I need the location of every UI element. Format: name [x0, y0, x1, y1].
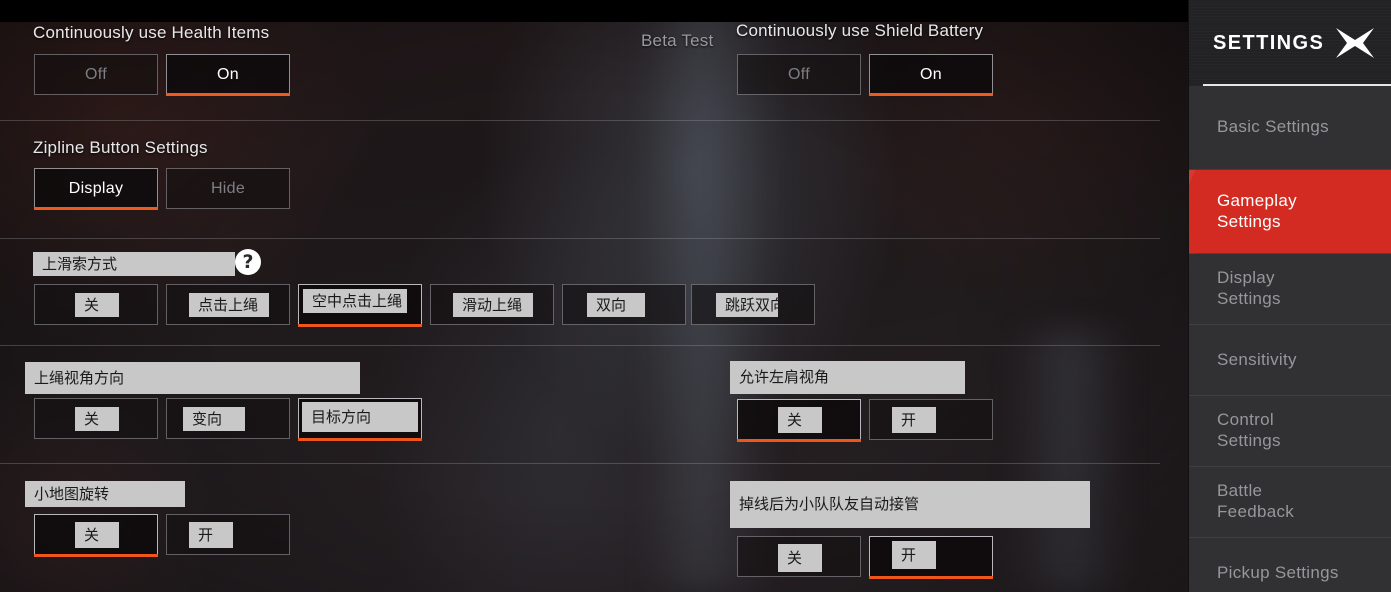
option-label: Hide: [210, 179, 246, 197]
health-items-option-off[interactable]: Off: [34, 54, 158, 95]
sidebar-item-sensitivity[interactable]: Sensitivity: [1189, 325, 1391, 396]
option-label: 变向: [183, 407, 245, 431]
left-shoulder-option-off[interactable]: 关: [737, 399, 861, 442]
zipline-view-option-1[interactable]: 变向: [166, 398, 290, 439]
sidebar-item-label: Battle Feedback: [1217, 481, 1295, 521]
section-title-zipline-view-direction: 上绳视角方向: [25, 362, 360, 394]
zipline-button-option-display[interactable]: Display: [34, 168, 158, 210]
sidebar-item-label: Display Settings: [1217, 268, 1281, 308]
sidebar-title: SETTINGS: [1213, 31, 1325, 54]
shield-battery-option-on[interactable]: On: [869, 54, 993, 96]
section-title-health-items: Continuously use Health Items: [33, 23, 270, 42]
option-label: 跳跃双向: [716, 293, 785, 317]
option-label: 开: [189, 522, 233, 548]
section-title-left-shoulder-view: 允许左肩视角: [730, 361, 965, 394]
section-title-zipline-mode: 上滑索方式: [33, 252, 235, 276]
option-label: 关: [778, 544, 822, 572]
zipline-mode-option-0[interactable]: 关: [34, 284, 158, 325]
section-title-auto-takeover: 掉线后为小队队友自动接管: [730, 481, 1090, 528]
minimap-rotation-option-on[interactable]: 开: [166, 514, 290, 555]
sidebar-item-display-settings[interactable]: Display Settings: [1189, 254, 1391, 325]
question-mark-icon[interactable]: ?: [235, 249, 261, 275]
zipline-view-option-2[interactable]: 目标方向: [298, 398, 422, 441]
option-label: 目标方向: [302, 402, 418, 432]
zipline-mode-option-4[interactable]: 双向: [562, 284, 686, 325]
option-label: 空中点击上绳: [303, 289, 407, 313]
option-label: Display: [68, 179, 124, 197]
sidebar-item-label: Sensitivity: [1217, 349, 1297, 369]
option-label: 双向: [587, 293, 645, 317]
zipline-mode-option-2[interactable]: 空中点击上绳: [298, 284, 422, 327]
section-divider-4: [0, 463, 1160, 464]
zipline-mode-option-5[interactable]: 跳跃双向: [691, 284, 815, 325]
beta-test-label: Beta Test: [641, 31, 714, 50]
close-x-icon[interactable]: [1333, 26, 1377, 60]
section-divider-1: [0, 120, 1160, 121]
zipline-mode-option-1[interactable]: 点击上绳: [166, 284, 290, 325]
option-label: 关: [75, 407, 119, 431]
sidebar-header: SETTINGS: [1189, 0, 1391, 86]
option-label: 开: [892, 407, 936, 433]
shield-battery-option-off[interactable]: Off: [737, 54, 861, 95]
sidebar-item-control-settings[interactable]: Control Settings: [1189, 396, 1391, 467]
option-label: 关: [75, 293, 119, 317]
section-divider-3: [0, 345, 1160, 346]
zipline-mode-option-3[interactable]: 滑动上绳: [430, 284, 554, 325]
option-label: On: [217, 65, 239, 83]
option-label: 滑动上绳: [453, 293, 533, 317]
option-label: 关: [75, 522, 119, 548]
sidebar-item-basic-settings[interactable]: Basic Settings: [1189, 86, 1391, 170]
option-label: Off: [85, 65, 107, 83]
section-title-shield-battery: Continuously use Shield Battery: [736, 21, 984, 40]
sidebar-item-label: Basic Settings: [1217, 117, 1329, 137]
option-label: On: [920, 65, 942, 83]
option-label: Off: [788, 65, 810, 83]
section-title-zipline-button: Zipline Button Settings: [33, 138, 208, 157]
option-label: 关: [778, 407, 822, 433]
left-shoulder-option-on[interactable]: 开: [869, 399, 993, 440]
settings-screen: Continuously use Health Items Off On Bet…: [0, 0, 1391, 592]
health-items-option-on[interactable]: On: [166, 54, 290, 96]
zipline-button-option-hide[interactable]: Hide: [166, 168, 290, 209]
sidebar-item-gameplay-settings[interactable]: Gameplay Settings: [1189, 170, 1391, 254]
minimap-rotation-option-off[interactable]: 关: [34, 514, 158, 557]
sidebar-item-label: Pickup Settings: [1217, 562, 1339, 582]
auto-takeover-option-off[interactable]: 关: [737, 536, 861, 577]
section-divider-2: [0, 238, 1160, 239]
option-label: 点击上绳: [189, 293, 269, 317]
section-title-minimap-rotation: 小地图旋转: [25, 481, 185, 507]
sidebar-item-label: Gameplay Settings: [1217, 190, 1297, 231]
option-label: 开: [892, 541, 936, 569]
settings-sidebar: SETTINGS Basic Settings Gameplay Setting…: [1188, 0, 1391, 592]
sidebar-item-label: Control Settings: [1217, 410, 1281, 450]
sidebar-item-pickup-settings[interactable]: Pickup Settings: [1189, 538, 1391, 592]
zipline-view-option-0[interactable]: 关: [34, 398, 158, 439]
auto-takeover-option-on[interactable]: 开: [869, 536, 993, 579]
sidebar-item-battle-feedback[interactable]: Battle Feedback: [1189, 467, 1391, 538]
settings-content-pane: Continuously use Health Items Off On Bet…: [0, 0, 1188, 592]
